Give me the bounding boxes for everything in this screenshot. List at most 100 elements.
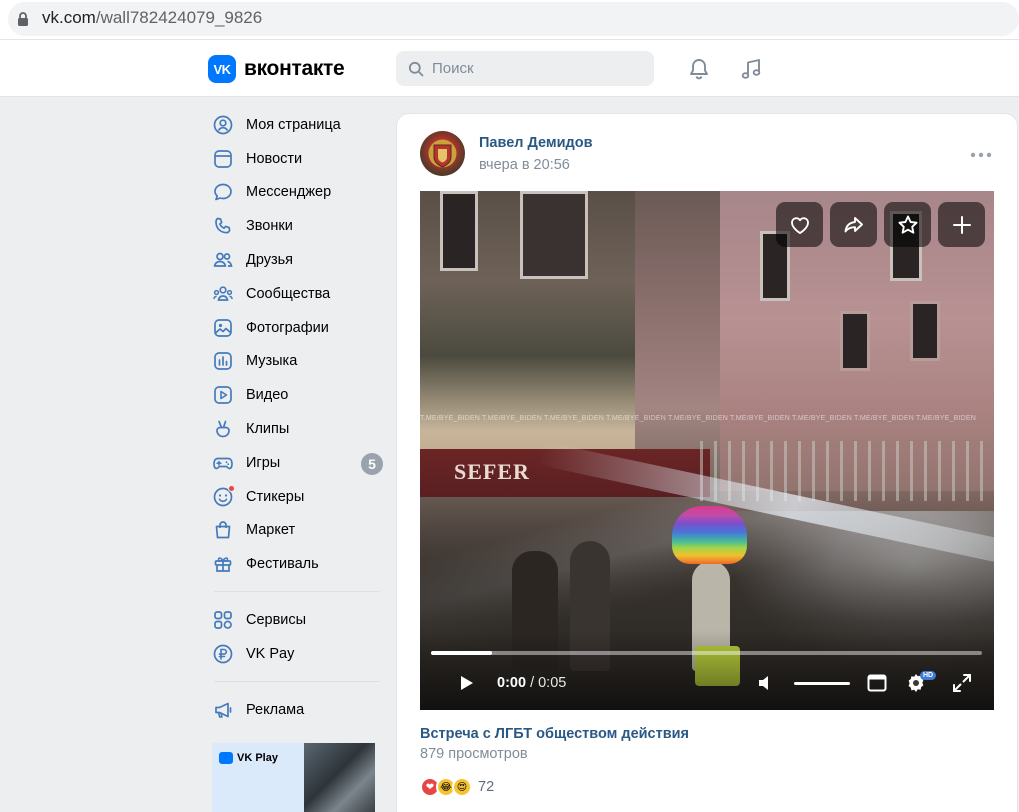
music-note-icon[interactable] [739, 56, 765, 82]
browser-address-bar: vk.com/wall782424079_9826 [0, 0, 1019, 40]
lock-icon [18, 12, 28, 26]
phone-icon [215, 217, 231, 234]
url-path: /wall782424079_9826 [95, 8, 263, 27]
sidebar-item-label: Звонки [246, 218, 293, 235]
photo-icon [214, 318, 232, 337]
hd-badge: HD [920, 671, 937, 680]
bell-icon[interactable] [686, 56, 712, 82]
play-icon[interactable] [456, 673, 476, 693]
shop-sign-text: SEFER [454, 459, 530, 484]
video-time-display: 0:00 / 0:05 [497, 675, 566, 691]
sidebar-item-label: Моя страница [246, 116, 341, 133]
sidebar-item-stickers[interactable]: Стикеры [204, 480, 394, 514]
reactions-summary[interactable]: ❤ 😂 😍 72 [420, 777, 494, 797]
sidebar-item-video[interactable]: Видео [204, 378, 394, 412]
sidebar-divider [214, 591, 380, 593]
megaphone-icon [215, 702, 232, 718]
sidebar-item-festival[interactable]: Фестиваль [204, 547, 394, 581]
vk-logo[interactable]: VK вконтакте [208, 55, 345, 83]
video-add-button[interactable] [938, 202, 985, 247]
video-progress-bar[interactable] [431, 651, 982, 655]
clips-icon [216, 420, 230, 438]
vk-play-label: VK Play [237, 752, 278, 764]
video-like-button[interactable] [776, 202, 823, 247]
more-options-icon[interactable] [968, 150, 994, 160]
user-circle-icon [213, 115, 233, 135]
miniplayer-icon[interactable] [865, 671, 889, 695]
video-current-time: 0:00 [497, 675, 527, 691]
video-player[interactable]: SEFER T.ME/BYE_BIDEN T.ME/BYE_BIDEN T.ME… [420, 191, 994, 710]
notification-dot [228, 484, 235, 492]
services-icon [214, 611, 232, 629]
sidebar-item-friends[interactable]: Друзья [204, 243, 394, 277]
sidebar-item-market[interactable]: Маркет [204, 514, 394, 548]
star-icon [897, 215, 918, 234]
sidebar-item-label: VK Pay [246, 645, 295, 662]
gift-icon [214, 557, 232, 573]
ruble-icon [213, 644, 233, 664]
video-scene-window [520, 191, 588, 279]
heart-eyes-reaction-icon: 😍 [452, 777, 472, 797]
newsfeed-icon [214, 149, 232, 168]
sidebar-item-photos[interactable]: Фотографии [204, 311, 394, 345]
video-scene-window [440, 191, 478, 271]
vk-play-promo-banner[interactable]: VK Play [212, 743, 375, 812]
sidebar-item-games[interactable]: Игры 5 [204, 446, 394, 480]
bag-icon [215, 521, 231, 539]
video-view-count: 879 просмотров [420, 746, 528, 762]
video-bookmark-button[interactable] [884, 202, 931, 247]
video-scene-window [910, 301, 940, 361]
sidebar-item-services[interactable]: Сервисы [204, 603, 394, 637]
video-share-button[interactable] [830, 202, 877, 247]
sidebar-item-label: Музыка [246, 353, 298, 370]
video-scene-rainbow-flag [672, 506, 747, 564]
volume-icon[interactable] [755, 671, 779, 695]
sidebar-item-communities[interactable]: Сообщества [204, 277, 394, 311]
fullscreen-icon[interactable] [950, 671, 974, 695]
coat-of-arms-icon [428, 139, 457, 168]
sidebar-item-ads[interactable]: Реклама [204, 693, 394, 727]
video-controls-gradient [420, 630, 994, 710]
sidebar-divider [214, 680, 380, 682]
promo-artwork [304, 743, 375, 812]
vk-logo-mark: VK [208, 55, 236, 83]
reactions-count: 72 [478, 779, 495, 795]
search-box [396, 51, 654, 86]
sidebar-item-label: Клипы [246, 421, 290, 438]
author-avatar[interactable] [420, 131, 465, 176]
sidebar-item-news[interactable]: Новости [204, 142, 394, 176]
plus-icon [952, 215, 971, 234]
sidebar-item-label: Стикеры [246, 488, 305, 505]
sidebar-item-label: Маркет [246, 522, 296, 539]
vk-play-mark [219, 752, 233, 764]
friends-icon [213, 252, 233, 267]
communities-icon [213, 286, 233, 301]
video-progress-fill [431, 651, 492, 655]
share-arrow-icon [844, 216, 863, 232]
sidebar-item-my-page[interactable]: Моя страница [204, 108, 394, 142]
search-input[interactable] [432, 51, 642, 86]
sidebar-item-label: Новости [246, 150, 303, 167]
url-host: vk.com [42, 8, 96, 27]
sidebar-item-label: Игры [246, 454, 281, 471]
sidebar-item-music[interactable]: Музыка [204, 345, 394, 379]
sidebar-item-vkpay[interactable]: VK Pay [204, 637, 394, 671]
sidebar-item-label: Видео [246, 387, 289, 404]
volume-slider[interactable] [794, 682, 850, 685]
vk-play-logo: VK Play [219, 752, 278, 764]
video-title-link[interactable]: Встреча с ЛГБТ обществом действия [420, 726, 689, 742]
sidebar-item-calls[interactable]: Звонки [204, 209, 394, 243]
post-timestamp[interactable]: вчера в 20:56 [479, 157, 570, 173]
site-header: VK вконтакте [0, 40, 1019, 97]
url-text[interactable]: vk.com/wall782424079_9826 [42, 8, 262, 28]
video-watermark-text: T.ME/BYE_BIDEN T.ME/BYE_BIDEN T.ME/BYE_B… [420, 415, 976, 422]
sidebar-item-label: Фестиваль [246, 556, 319, 573]
sidebar-item-messenger[interactable]: Мессенджер [204, 176, 394, 210]
message-icon [214, 184, 232, 201]
video-icon [214, 386, 232, 405]
sidebar-item-clips[interactable]: Клипы [204, 412, 394, 446]
sidebar-item-label: Сервисы [246, 612, 307, 629]
sidebar-item-label: Фотографии [246, 319, 329, 336]
games-count-badge: 5 [361, 452, 383, 475]
post-author-name[interactable]: Павел Демидов [479, 135, 593, 151]
